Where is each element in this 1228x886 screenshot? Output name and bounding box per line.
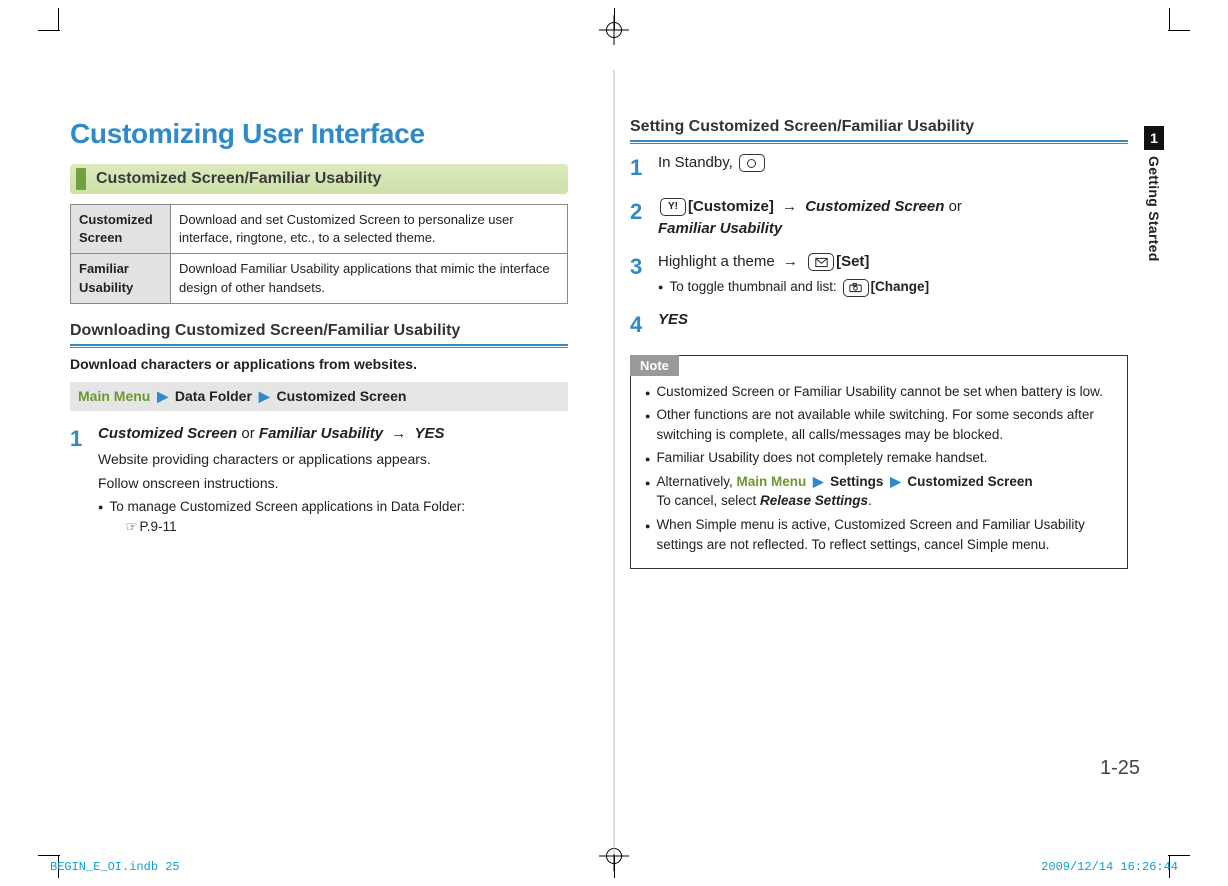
table-row: Familiar Usability Download Familiar Usa… [71,254,568,303]
section-accent-icon [76,168,86,190]
step-number: 1 [70,423,98,536]
note-label: Note [630,355,679,376]
note-item: When Simple menu is active, Customized S… [645,515,1117,554]
menu-breadcrumb: Main Menu ▶ Data Folder ▶ Customized Scr… [70,382,568,411]
desc-cell: Download and set Customized Screen to pe… [171,205,568,254]
download-intro: Download characters or applications from… [70,356,568,372]
subheading-downloading: Downloading Customized Screen/Familiar U… [70,322,568,346]
footer-timestamp: 2009/12/14 16:26:44 [1041,860,1178,874]
step-desc: Follow onscreen instructions. [98,473,568,493]
chevron-right-icon: ▶ [259,388,270,404]
step-desc: Website providing characters or applicat… [98,449,568,469]
note-item: Familiar Usability does not completely r… [645,448,1117,468]
step-1-download: 1 Customized Screen or Familiar Usabilit… [70,423,568,536]
term-cell: Familiar Usability [71,254,171,303]
chevron-right-icon: ▶ [813,474,823,489]
multi-selector-key-icon [739,154,765,172]
crop-mark [1169,8,1170,30]
step-number: 2 [630,196,658,240]
y-key-icon: Y! [660,198,686,216]
left-column: Customizing User Interface Customized Sc… [54,70,584,630]
chevron-right-icon: ▶ [890,474,900,489]
page-title: Customizing User Interface [70,118,568,150]
note-item: Customized Screen or Familiar Usability … [645,382,1117,402]
page-number: 1-25 [1100,757,1140,780]
note-item-alternative: Alternatively, Main Menu ▶ Settings ▶ Cu… [645,472,1117,511]
chapter-number: 1 [1144,126,1164,150]
page-reference: P.9-11 [109,519,176,534]
crop-mark [1168,855,1190,856]
step-headline: YES [658,309,1128,331]
breadcrumb-root: Main Menu [78,388,150,404]
note-item: Other functions are not available while … [645,405,1117,444]
step-bullet: To toggle thumbnail and list: [Change] [658,277,1128,297]
section-heading-label: Customized Screen/Familiar Usability [96,170,381,188]
term-cell: Customized Screen [71,205,171,254]
step-number: 3 [630,251,658,296]
step-headline: Highlight a theme → [Set] [658,251,1128,273]
crop-mark [38,30,60,31]
crop-mark [38,855,60,856]
crop-mark [1168,30,1190,31]
footer-file: BEGIN_E_OI.indb 25 [50,860,180,874]
breadcrumb-node: Data Folder [175,388,252,404]
step-headline: In Standby, [658,152,1128,174]
section-heading-customized-familiar: Customized Screen/Familiar Usability [70,164,568,194]
step-bullet: To manage Customized Screen applications… [98,497,568,536]
right-column: Setting Customized Screen/Familiar Usabi… [614,70,1144,630]
step-headline: Y![Customize] → Customized Screen or Fam… [658,196,1128,240]
step-3-setting: 3 Highlight a theme → [Set] To toggle th… [630,251,1128,296]
step-1-setting: 1 In Standby, [630,152,1128,184]
step-number: 4 [630,309,658,341]
camera-key-icon [843,279,869,297]
definitions-table: Customized Screen Download and set Custo… [70,204,568,304]
print-footer: BEGIN_E_OI.indb 25 2009/12/14 16:26:44 [50,860,1178,874]
crop-mark [614,8,615,30]
crop-mark [58,8,59,30]
chevron-right-icon: ▶ [157,388,168,404]
desc-cell: Download Familiar Usability applications… [171,254,568,303]
mail-key-icon [808,253,834,271]
chapter-name: Getting Started [1146,156,1162,262]
chapter-side-tab: 1 Getting Started [1144,126,1164,262]
step-2-setting: 2 Y![Customize] → Customized Screen or F… [630,196,1128,240]
page-content: Customizing User Interface Customized Sc… [54,70,1174,830]
breadcrumb-node: Customized Screen [276,388,406,404]
step-4-setting: 4 YES [630,309,1128,341]
note-box: Note Customized Screen or Familiar Usabi… [630,355,1128,570]
subheading-setting: Setting Customized Screen/Familiar Usabi… [630,118,1128,142]
step-number: 1 [630,152,658,184]
step-headline: Customized Screen or Familiar Usability … [98,423,568,445]
table-row: Customized Screen Download and set Custo… [71,205,568,254]
